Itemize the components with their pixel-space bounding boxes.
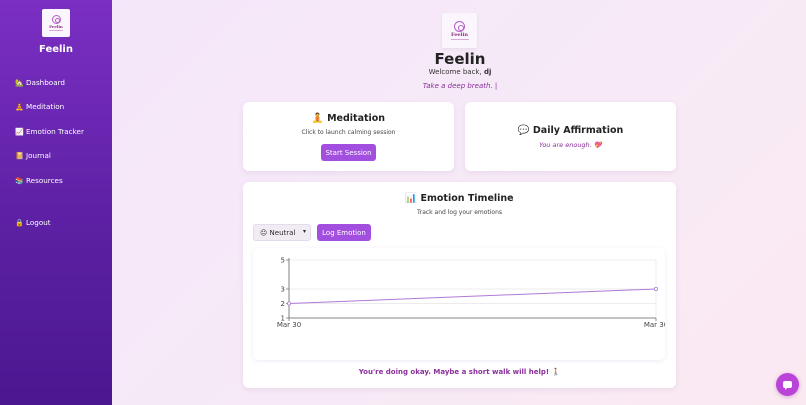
chart-icon: 📊 [405,193,418,204]
affirmation-card: 💬 Daily Affirmation You are enough. 💖 [465,102,676,171]
data-point [653,287,658,292]
sidebar-logo-text: Feelin [49,24,63,29]
sidebar-item-logout[interactable]: 🔒 Logout [15,218,51,227]
affirmation-title: 💬 Daily Affirmation [465,125,676,136]
sidebar-item-label: Journal [26,151,51,160]
sidebar-item-meditation[interactable]: 🧘 Meditation [15,102,64,111]
meditation-icon: 🧘 [311,113,324,124]
emotion-select-value: 😐 Neutral [260,228,296,237]
log-emotion-button[interactable]: Log Emotion [317,224,371,241]
welcome-prefix: Welcome back, [428,68,482,76]
chart-icon: 📈 [15,127,24,136]
notebook-icon: 📔 [15,151,24,160]
logo-swirl-icon [51,15,61,24]
affirmation-text: You are enough. 💖 [539,141,602,149]
meditation-subtitle: Click to launch calming session [301,129,396,136]
page-title: Feelin [434,50,486,68]
username: dj [483,68,492,76]
house-icon: 🏡 [15,78,24,87]
y-tick-label: 3 [281,286,285,294]
x-tick-label: Mar 30 [644,321,665,329]
emotion-timeline-title-text: Emotion Timeline [420,193,514,204]
logo-tagline-mark [450,39,469,40]
sidebar-item-journal[interactable]: 📔 Journal [15,151,51,160]
y-tick-label: 5 [281,257,285,265]
sidebar-brand: Feelin [39,44,73,55]
affirmation-title-text: Daily Affirmation [532,125,624,136]
emotion-timeline-title: 📊 Emotion Timeline [243,193,676,204]
sidebar-item-label: Dashboard [26,78,65,87]
chevron-down-icon: ▾ [302,228,306,235]
start-session-button[interactable]: Start Session [321,144,376,161]
chat-icon [783,381,792,390]
sidebar-item-label: Resources [26,176,63,185]
y-tick-label: 2 [281,300,285,308]
emotion-message: You're doing okay. Maybe a short walk wi… [358,368,561,376]
sidebar: Feelin Feelin 🏡 Dashboard 🧘 Meditation 📈… [0,0,112,405]
chat-button[interactable] [776,373,799,396]
sidebar-item-label: Logout [26,218,51,227]
sidebar-logo: Feelin [42,9,70,37]
header-logo: Feelin [442,13,477,48]
x-tick-label: Mar 30 [277,321,301,329]
sidebar-item-emotion-tracker[interactable]: 📈 Emotion Tracker [15,127,84,136]
sidebar-item-label: Meditation [26,102,65,111]
logo-swirl-icon [454,21,465,32]
data-point [287,301,292,306]
emotion-chart-container: 1235Mar 30Mar 30 [253,248,668,360]
sidebar-item-label: Emotion Tracker [26,127,84,136]
sidebar-item-dashboard[interactable]: 🏡 Dashboard [15,78,65,87]
series-line [288,288,657,304]
header-logo-text: Feelin [450,32,469,38]
emotion-line-chart: 1235Mar 30Mar 30 [277,257,668,330]
meditation-title-text: Meditation [327,113,386,124]
lock-icon: 🔒 [15,218,24,227]
meditation-title: 🧘 Meditation [243,113,454,124]
emotion-timeline-subtitle: Track and log your emotions [416,209,503,216]
speech-bubble-icon: 💬 [517,125,530,136]
tagline: Take a deep breath. | [422,82,498,90]
meditation-card: 🧘 Meditation Click to launch calming ses… [243,102,454,171]
meditation-icon: 🧘 [15,102,24,111]
emotion-select[interactable]: 😐 Neutral ▾ [253,224,311,241]
books-icon: 📚 [15,176,24,185]
sidebar-item-resources[interactable]: 📚 Resources [15,176,63,185]
welcome-text: Welcome back, dj [360,68,560,76]
logo-tagline-mark [49,30,63,31]
